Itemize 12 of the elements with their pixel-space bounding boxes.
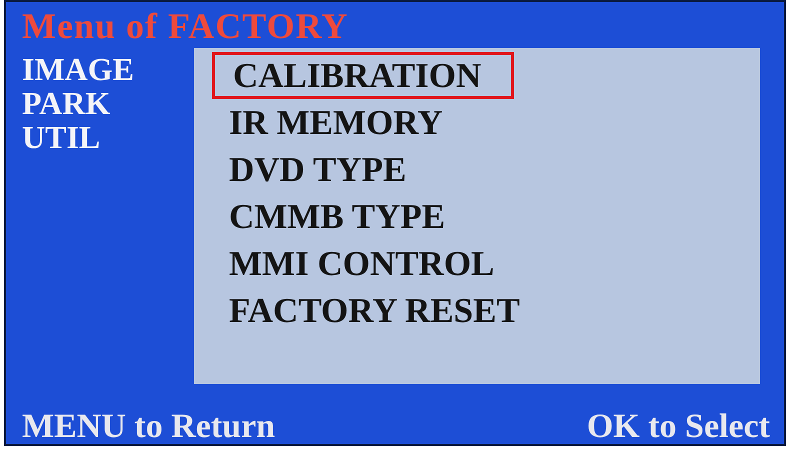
menu-item[interactable]: FACTORY RESET [208, 287, 541, 334]
category-item[interactable]: PARK [22, 86, 194, 120]
category-item[interactable]: IMAGE [22, 52, 194, 86]
menu-item[interactable]: MMI CONTROL [208, 240, 516, 287]
menu-title: Menu of FACTORY [22, 8, 350, 44]
select-hint: OK to Select [586, 410, 770, 444]
return-hint: MENU to Return [22, 410, 276, 444]
menu-item[interactable]: CMMB TYPE [208, 193, 466, 240]
menu-item[interactable]: DVD TYPE [208, 146, 428, 193]
menu-item[interactable]: CALIBRATION [212, 52, 514, 99]
category-item[interactable]: UTIL [22, 120, 194, 154]
menu-item[interactable]: IR MEMORY [208, 99, 464, 146]
